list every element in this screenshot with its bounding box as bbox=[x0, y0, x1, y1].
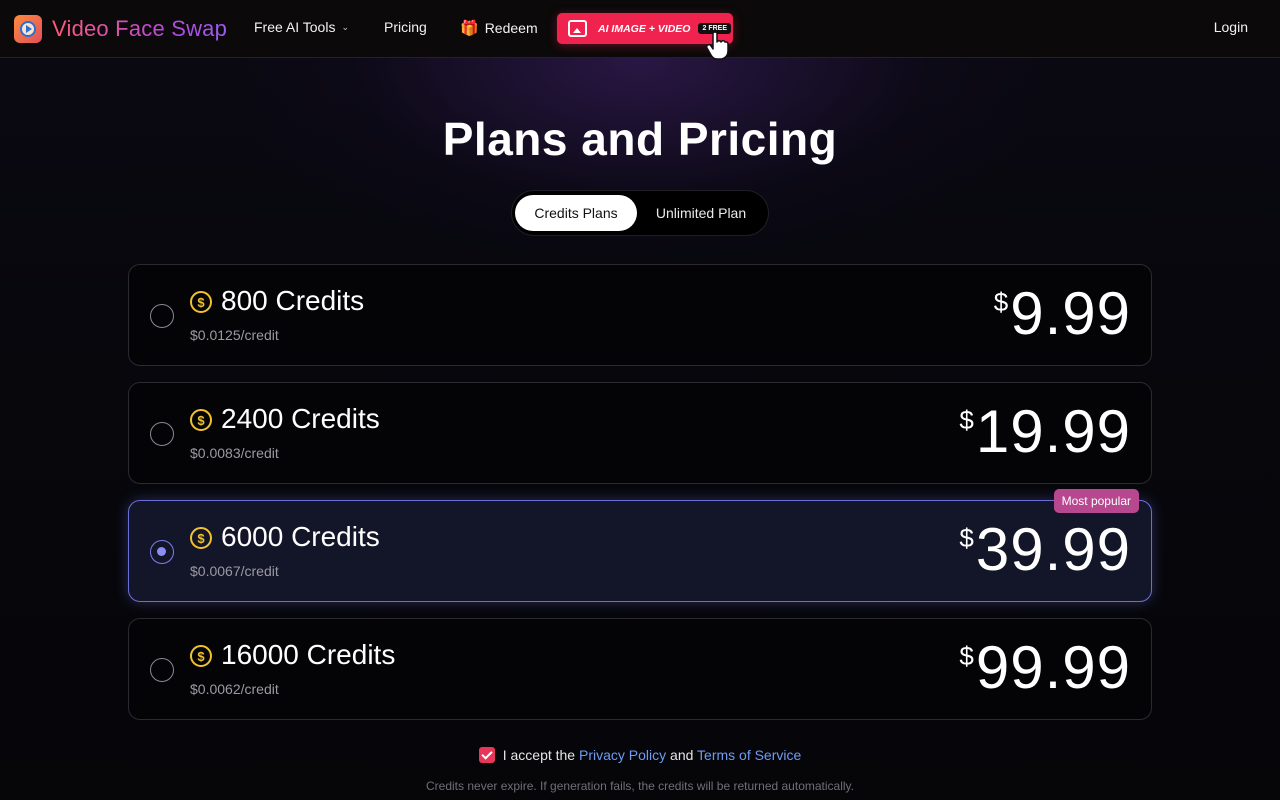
hand-pointer-icon bbox=[705, 31, 729, 60]
login-button[interactable]: Login bbox=[1214, 19, 1248, 35]
plan-radio-selected[interactable] bbox=[150, 540, 174, 564]
price-amount: 39.99 bbox=[975, 516, 1131, 583]
chevron-down-icon: ⌄ bbox=[341, 21, 349, 32]
price-currency: $ bbox=[959, 641, 974, 671]
nav-pricing[interactable]: Pricing bbox=[384, 19, 427, 35]
gift-icon: 🎁 bbox=[460, 20, 479, 37]
credits-note: Credits never expire. If generation fail… bbox=[426, 779, 854, 793]
plan-price: $ 19.99 bbox=[959, 401, 1131, 463]
accept-terms-checkbox[interactable] bbox=[478, 747, 495, 763]
plan-price: $ 39.99 bbox=[959, 519, 1131, 581]
top-navbar: Video Face Swap Free AI Tools ⌄ Pricing … bbox=[0, 0, 1280, 60]
plan-price: $ 9.99 bbox=[994, 283, 1131, 345]
nav-redeem[interactable]: 🎁 Redeem bbox=[460, 19, 538, 37]
dollar-coin-icon: $ bbox=[190, 291, 212, 313]
price-amount: 99.99 bbox=[975, 634, 1131, 701]
plan-per-credit: $0.0062/credit bbox=[190, 681, 279, 697]
nav-free-ai-tools-label: Free AI Tools bbox=[254, 19, 336, 35]
consent-and: and bbox=[670, 747, 694, 763]
plan-radio[interactable] bbox=[150, 304, 174, 328]
plan-type-toggle: Credits Plans Unlimited Plan bbox=[511, 190, 769, 236]
brand-logo-icon bbox=[14, 15, 42, 43]
plan-credits: 6000 Credits bbox=[221, 521, 380, 552]
plan-card-800[interactable]: $ 800 Credits $0.0125/credit $ 9.99 bbox=[128, 264, 1152, 366]
image-video-icon bbox=[568, 20, 587, 37]
radio-dot bbox=[157, 547, 166, 556]
plan-per-credit: $0.0067/credit bbox=[190, 563, 279, 579]
dollar-coin-icon: $ bbox=[190, 527, 212, 549]
privacy-policy-link[interactable]: Privacy Policy bbox=[579, 747, 666, 763]
plan-radio[interactable] bbox=[150, 422, 174, 446]
plan-card-6000[interactable]: $ 6000 Credits $0.0067/credit $ 39.99 Mo… bbox=[128, 489, 1152, 602]
dollar-coin-icon: $ bbox=[190, 409, 212, 431]
nav-pricing-label: Pricing bbox=[384, 19, 427, 35]
plan-radio[interactable] bbox=[150, 658, 174, 682]
tab-credits-plans[interactable]: Credits Plans bbox=[515, 195, 637, 231]
plan-per-credit: $0.0083/credit bbox=[190, 445, 279, 461]
nav-free-ai-tools[interactable]: Free AI Tools ⌄ bbox=[254, 19, 349, 35]
plan-credits: 800 Credits bbox=[221, 285, 365, 316]
plan-credits: 2400 Credits bbox=[221, 403, 380, 434]
brand-link[interactable]: Video Face Swap bbox=[14, 15, 227, 43]
promo-label: AI IMAGE + VIDEO bbox=[598, 22, 691, 35]
plan-credits: 16000 Credits bbox=[221, 639, 396, 670]
dollar-coin-icon: $ bbox=[190, 645, 212, 667]
terms-of-service-link[interactable]: Terms of Service bbox=[697, 747, 801, 763]
price-currency: $ bbox=[959, 523, 974, 553]
brand-name: Video Face Swap bbox=[52, 16, 228, 41]
price-amount: 19.99 bbox=[975, 398, 1131, 465]
most-popular-badge: Most popular bbox=[1053, 489, 1139, 513]
price-currency: $ bbox=[959, 405, 974, 435]
price-amount: 9.99 bbox=[1010, 280, 1131, 347]
nav-redeem-label: Redeem bbox=[484, 20, 538, 36]
plan-per-credit: $0.0125/credit bbox=[190, 327, 279, 343]
plan-price: $ 99.99 bbox=[959, 637, 1131, 699]
plan-card-2400[interactable]: $ 2400 Credits $0.0083/credit $ 19.99 bbox=[128, 382, 1152, 484]
plan-card-16000[interactable]: $ 16000 Credits $0.0062/credit $ 99.99 bbox=[128, 618, 1152, 720]
consent-prefix: I accept the bbox=[502, 747, 576, 763]
price-currency: $ bbox=[993, 287, 1009, 317]
page-title: Plans and Pricing bbox=[442, 113, 838, 165]
tab-unlimited-plan[interactable]: Unlimited Plan bbox=[640, 195, 762, 231]
terms-consent: I accept the Privacy Policy and Terms of… bbox=[0, 747, 1280, 763]
